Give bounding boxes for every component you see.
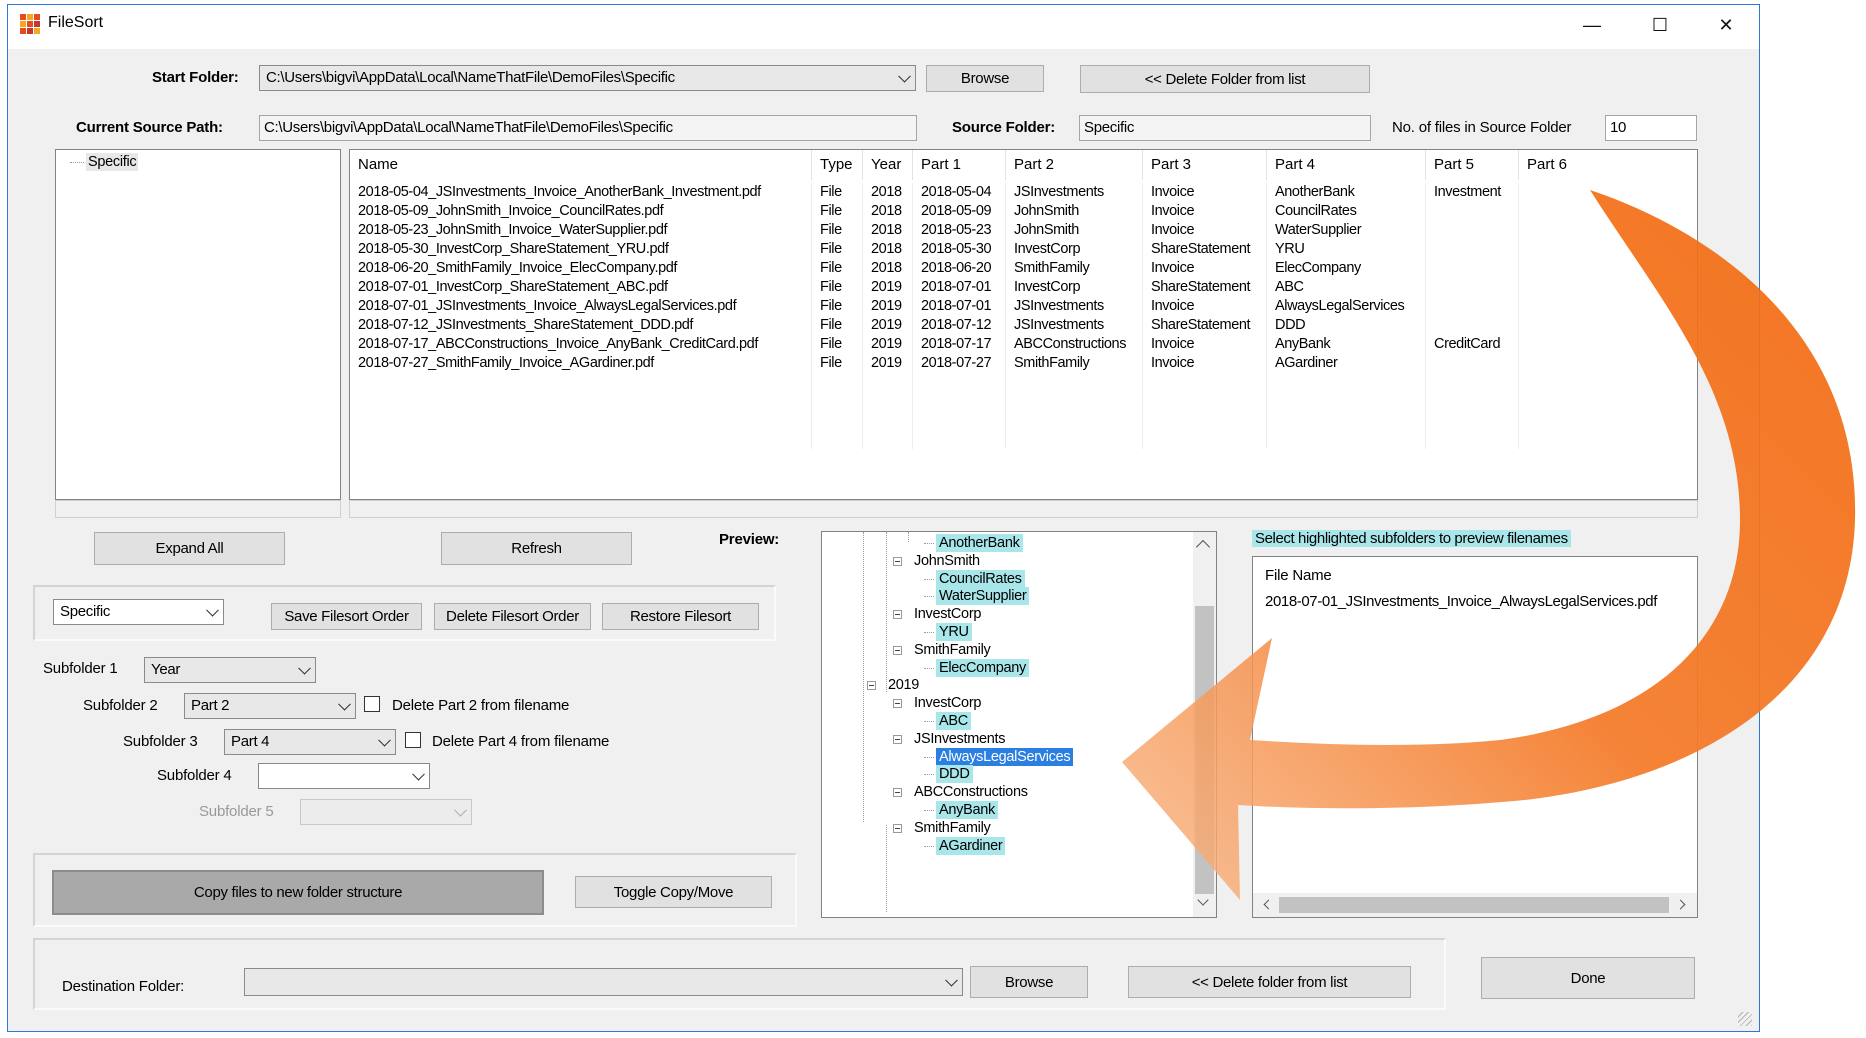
annotation-arrow-overlay	[1122, 190, 1856, 900]
curved-arrow-icon	[1122, 190, 1856, 900]
